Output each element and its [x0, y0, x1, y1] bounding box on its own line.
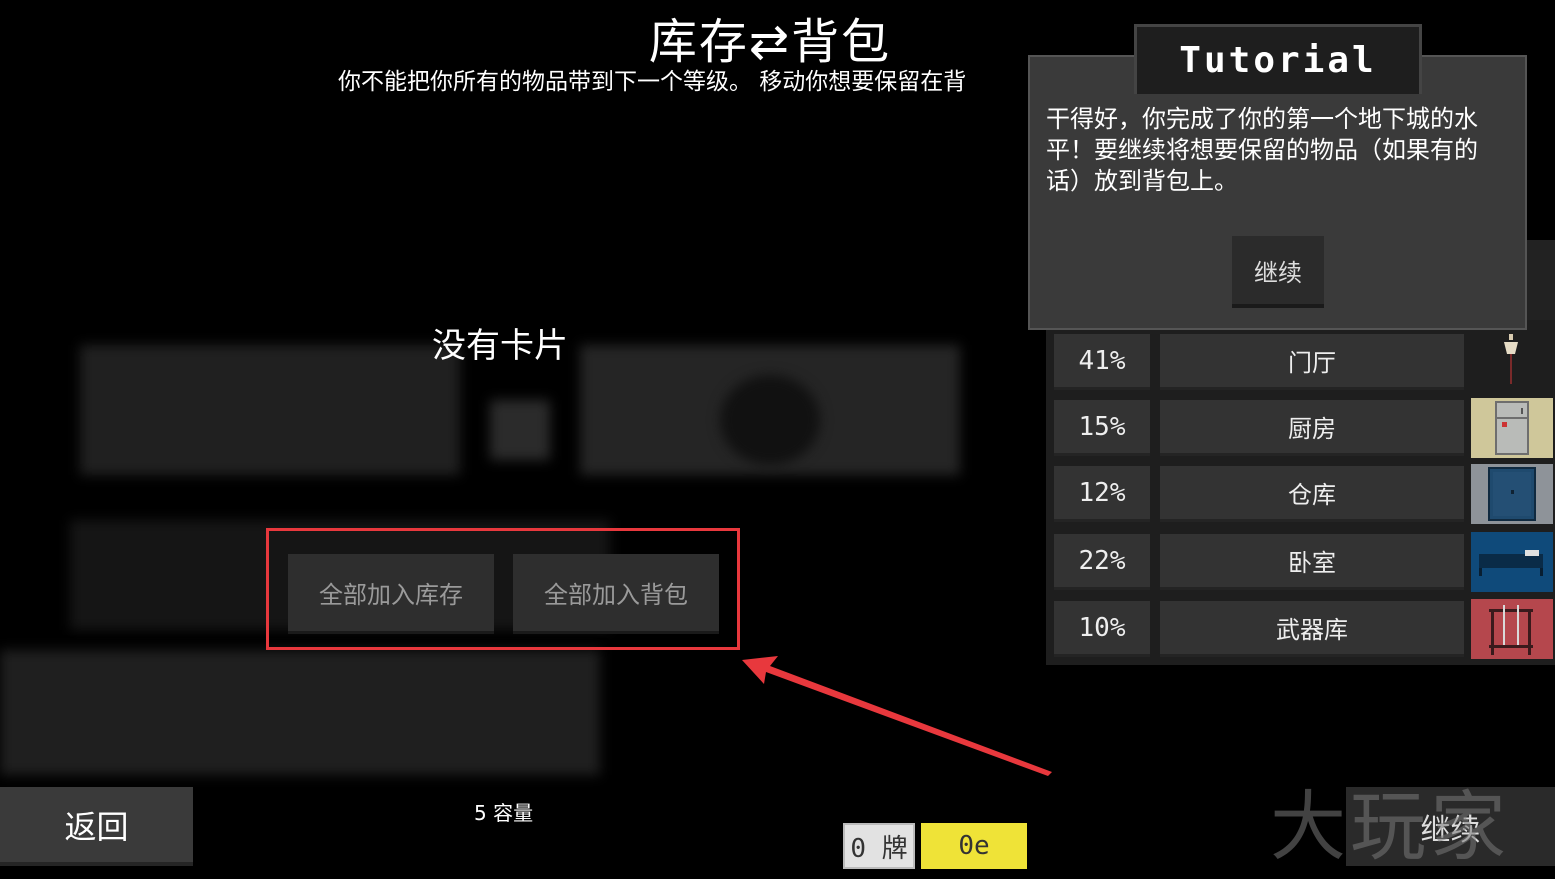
pointer-arrow-icon	[742, 656, 1052, 776]
blurred-shape	[720, 375, 820, 465]
empty-cards-label: 没有卡片	[432, 326, 568, 366]
tutorial-message: 干得好，你完成了你的第一个地下城的水平！要继续将想要保留的物品（如果有的话）放到…	[1046, 105, 1478, 195]
room-percent: 22%	[1054, 534, 1150, 590]
page-subtitle: 你不能把你所有的物品带到下一个等级。 移动你想要保留在背	[338, 69, 967, 95]
room-name: 卧室	[1160, 534, 1464, 590]
blurred-card-grid	[0, 650, 600, 775]
lamp-icon	[1471, 332, 1553, 392]
room-percent: 10%	[1054, 601, 1150, 657]
energy-badge: 0e	[921, 823, 1027, 869]
watermark: 大玩家	[1270, 782, 1510, 871]
tutorial-title: Tutorial	[1134, 24, 1422, 94]
capacity-label: 5 容量	[474, 801, 534, 825]
tutorial-continue-button[interactable]: 继续	[1232, 236, 1324, 308]
deck-count-badge: 0 牌	[843, 823, 915, 869]
weapon-rack-icon	[1471, 599, 1553, 659]
bed-icon	[1471, 532, 1553, 592]
cabinet-icon	[1471, 464, 1553, 524]
room-name: 武器库	[1160, 601, 1464, 657]
room-percent: 15%	[1054, 400, 1150, 456]
room-name: 厨房	[1160, 400, 1464, 456]
room-percent: 12%	[1054, 466, 1150, 522]
fridge-icon	[1471, 398, 1553, 458]
room-percent: 41%	[1054, 334, 1150, 390]
blurred-card-slot	[80, 345, 460, 475]
room-name: 门厅	[1160, 334, 1464, 390]
room-name: 仓库	[1160, 466, 1464, 522]
add-all-to-backpack-button[interactable]: 全部加入背包	[513, 554, 719, 634]
side-strip	[1527, 240, 1555, 320]
add-all-to-inventory-button[interactable]: 全部加入库存	[288, 554, 494, 634]
blurred-magnet-icon	[490, 400, 550, 460]
back-button[interactable]: 返回	[0, 787, 193, 866]
